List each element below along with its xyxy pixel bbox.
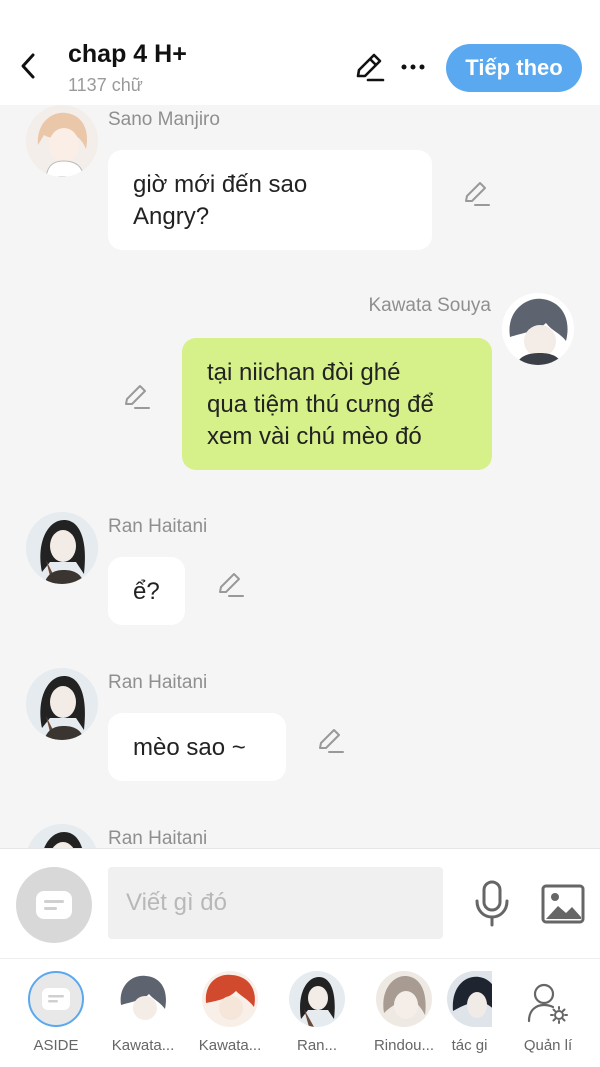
sender-name: Kawata Souya [368, 295, 491, 316]
character-avatar [376, 971, 432, 1027]
edit-message-icon[interactable] [462, 179, 492, 209]
avatar-ran-haitani[interactable] [26, 512, 98, 584]
character-label: tác gi [451, 1037, 488, 1054]
message-line: xem vài chú mèo đó [207, 423, 422, 450]
message-line: tại niichan đòi ghé [207, 359, 401, 386]
manage-characters-button[interactable]: Quản lí [508, 971, 588, 1063]
next-button[interactable]: Tiếp theo [446, 44, 582, 92]
user-settings-icon [527, 983, 568, 1024]
chapter-title: chap 4 H+ [68, 40, 187, 68]
chat-bubble-icon [36, 891, 72, 919]
character-label: Kawata... [111, 1037, 175, 1054]
message-bubble[interactable]: giờ mới đến sao Angry? [108, 150, 432, 250]
edit-message-icon[interactable] [122, 382, 152, 412]
avatar-kawata-souya[interactable] [502, 293, 574, 365]
compose-bar [0, 848, 600, 958]
character-avatar [289, 971, 345, 1027]
message-bubble[interactable]: mèo sao ~ [108, 713, 286, 781]
edit-message-icon[interactable] [316, 726, 346, 756]
chat-area[interactable]: Sano Manjiro giờ mới đến sao Angry? Kawa… [0, 105, 600, 848]
more-icon[interactable] [398, 52, 428, 82]
word-count: 1137 chữ [68, 75, 143, 95]
character-aside[interactable]: ASIDE [13, 971, 99, 1063]
message-bubble[interactable]: ể? [108, 557, 185, 625]
avatar-ran-haitani[interactable] [26, 824, 98, 848]
message-line: giờ mới đến sao [133, 171, 308, 198]
edit-icon[interactable] [352, 50, 386, 84]
sender-name: Ran Haitani [108, 672, 208, 693]
avatar-ran-haitani[interactable] [26, 668, 98, 740]
back-icon[interactable] [14, 48, 42, 84]
character-label: ASIDE [33, 1037, 79, 1054]
edit-message-icon[interactable] [216, 570, 246, 600]
message-line: Angry? [133, 203, 210, 230]
character-avatar [202, 971, 258, 1027]
character-kawata-nahoya[interactable]: Kawata... [187, 971, 273, 1063]
character-ran-haitani[interactable]: Ran... [274, 971, 360, 1063]
character-avatar [115, 971, 171, 1027]
aside-avatar [28, 971, 84, 1027]
top-bar: chap 4 H+ 1137 chữ Tiếp theo [0, 0, 600, 105]
sender-name: Ran Haitani [108, 828, 208, 848]
character-label: Kawata... [198, 1037, 262, 1054]
avatar-sano-manjiro[interactable] [26, 105, 98, 177]
aside-toggle-button[interactable] [16, 867, 92, 943]
chat-bubble-icon [42, 988, 70, 1010]
message-bubble-own[interactable]: tại niichan đòi ghé qua tiệm thú cưng để… [182, 338, 492, 470]
message-line: ể? [133, 578, 160, 605]
character-label: Ran... [296, 1037, 338, 1054]
message-line: qua tiệm thú cưng để [207, 391, 434, 418]
image-icon[interactable] [538, 879, 588, 929]
manage-label: Quản lí [523, 1037, 573, 1054]
character-selector: ASIDE Kawata... Kawata... Ran... Rindou.… [0, 958, 600, 1067]
message-line: mèo sao ~ [133, 734, 246, 761]
microphone-icon[interactable] [470, 879, 514, 929]
sender-name: Ran Haitani [108, 516, 208, 537]
character-avatar [447, 971, 492, 1027]
sender-name: Sano Manjiro [108, 109, 220, 130]
message-input[interactable] [108, 867, 443, 939]
character-kawata-souya[interactable]: Kawata... [100, 971, 186, 1063]
character-author[interactable]: tác gi [432, 971, 518, 1063]
